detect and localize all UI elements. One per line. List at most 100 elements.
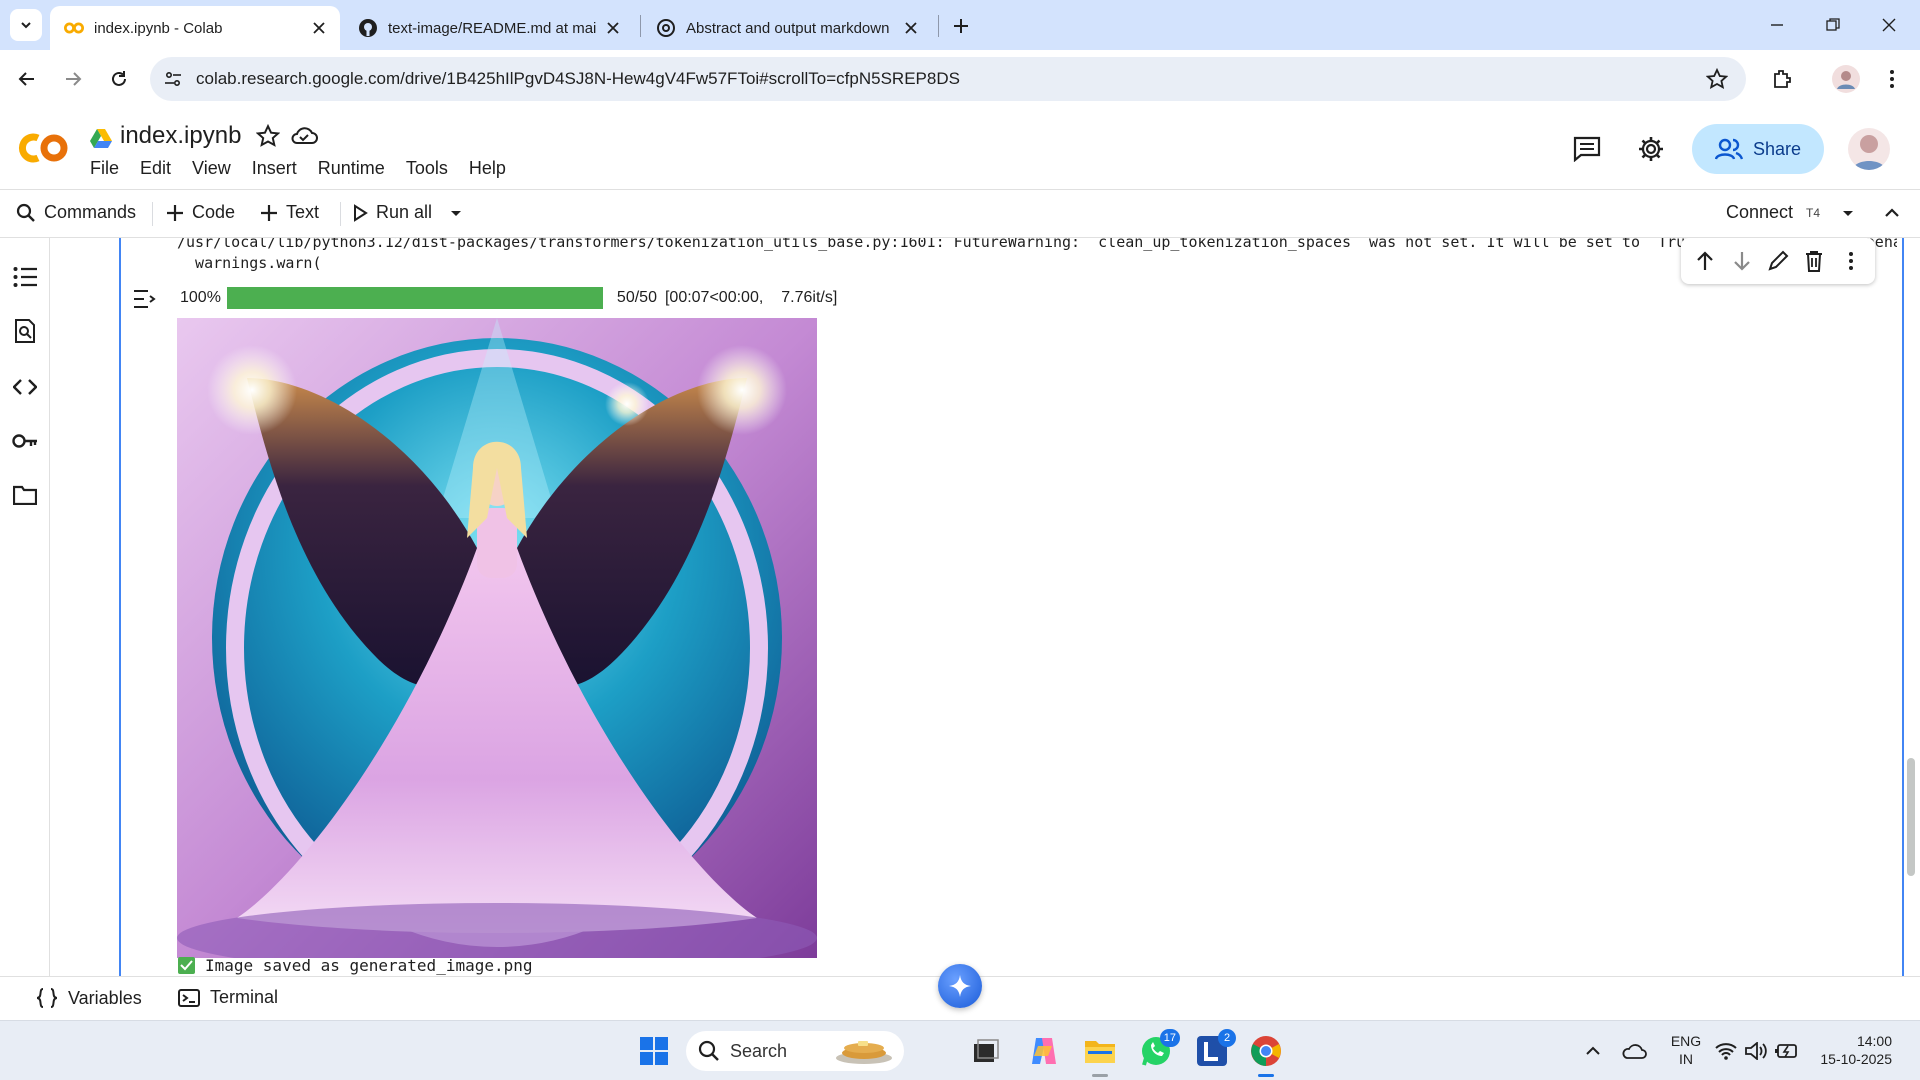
progress-timing: [00:07<00:00,	[664, 289, 764, 306]
variables-button[interactable]: Variables	[36, 987, 142, 1009]
delete-cell-button[interactable]	[1800, 247, 1828, 275]
share-button[interactable]: Share	[1692, 124, 1824, 174]
menu-insert[interactable]: Insert	[252, 158, 297, 179]
progress-bar	[226, 287, 603, 309]
tab-separator	[938, 15, 939, 37]
add-text-button[interactable]: Text	[260, 202, 319, 223]
show-hidden-icons-button[interactable]	[1582, 1033, 1604, 1069]
move-cell-up-button[interactable]	[1691, 247, 1719, 275]
star-icon[interactable]	[256, 124, 282, 150]
add-code-button[interactable]: Code	[166, 202, 235, 223]
move-cell-down-button[interactable]	[1728, 247, 1756, 275]
whatsapp-icon[interactable]: 17	[1138, 1029, 1180, 1069]
back-button[interactable]	[12, 64, 42, 94]
bookmark-star-icon[interactable]	[1706, 68, 1728, 90]
open-indicator	[1092, 1074, 1108, 1077]
colab-logo-icon[interactable]	[16, 128, 72, 168]
files-folder-icon[interactable]	[12, 482, 38, 508]
chevron-up-icon	[1586, 1046, 1600, 1055]
colab-favicon-icon	[64, 18, 84, 38]
address-bar[interactable]: colab.research.google.com/drive/1B425hIl…	[150, 57, 1746, 101]
code-snippets-icon[interactable]	[12, 374, 38, 400]
file-explorer-icon[interactable]	[1082, 1033, 1118, 1077]
restore-icon	[1826, 18, 1840, 31]
puzzle-icon	[1774, 70, 1791, 88]
progress-rate: 7.76it/s]	[781, 289, 838, 306]
arrow-left-icon	[18, 72, 34, 86]
secrets-key-icon[interactable]	[12, 428, 38, 454]
reload-button[interactable]	[104, 64, 134, 94]
close-icon[interactable]	[310, 19, 328, 37]
run-all-button[interactable]: Run all	[352, 202, 432, 223]
gemini-button[interactable]	[938, 964, 982, 1008]
avatar-icon	[1837, 71, 1855, 89]
forward-button[interactable]	[58, 64, 88, 94]
new-tab-button[interactable]	[948, 13, 974, 39]
menu-edit[interactable]: Edit	[140, 158, 171, 179]
collapse-header-button[interactable]	[1884, 206, 1908, 218]
edit-cell-button[interactable]	[1764, 247, 1792, 275]
browser-tab-strip: index.ipynb - Colab text-image/README.md…	[0, 0, 1920, 50]
run-all-dropdown[interactable]	[450, 210, 470, 218]
clock[interactable]: 14:00 15-10-2025	[1808, 1032, 1892, 1068]
menu-file[interactable]: File	[90, 158, 119, 179]
generated-image	[177, 318, 817, 958]
copilot-icon[interactable]	[1026, 1033, 1062, 1069]
settings-button[interactable]	[1634, 132, 1668, 166]
close-icon[interactable]	[604, 19, 622, 37]
menu-tools[interactable]: Tools	[406, 158, 448, 179]
terminal-button[interactable]: Terminal	[178, 987, 278, 1008]
restore-button[interactable]	[1820, 12, 1846, 38]
output-actions-icon[interactable]	[132, 288, 158, 312]
profile-avatar[interactable]	[1832, 65, 1860, 93]
table-of-contents-icon[interactable]	[12, 264, 38, 290]
task-view-icon[interactable]	[968, 1033, 1004, 1069]
battery-icon[interactable]	[1772, 1033, 1800, 1069]
account-avatar[interactable]	[1848, 128, 1890, 170]
extensions-button[interactable]	[1768, 65, 1796, 93]
cell-more-button[interactable]	[1837, 247, 1865, 275]
close-icon	[1882, 18, 1896, 32]
find-replace-icon[interactable]	[12, 318, 38, 344]
menu-view[interactable]: View	[192, 158, 231, 179]
onedrive-icon[interactable]	[1620, 1033, 1648, 1069]
tab-chatgpt[interactable]: Abstract and output markdown	[642, 6, 932, 50]
tab-search-button[interactable]	[10, 9, 42, 41]
close-window-button[interactable]	[1876, 12, 1902, 38]
chrome-icon[interactable]	[1248, 1033, 1284, 1077]
url-text[interactable]: colab.research.google.com/drive/1B425hIl…	[196, 69, 960, 89]
google-drive-icon	[90, 128, 112, 148]
play-icon	[354, 203, 368, 222]
plus-icon	[261, 204, 277, 221]
close-icon[interactable]	[902, 19, 920, 37]
caret-down-icon	[1843, 211, 1853, 216]
menu-runtime[interactable]: Runtime	[318, 158, 385, 179]
plus-icon	[954, 19, 968, 33]
menu-help[interactable]: Help	[469, 158, 506, 179]
trash-icon	[1806, 251, 1823, 272]
language-indicator[interactable]: ENG IN	[1666, 1032, 1706, 1068]
notebook-scrollbar[interactable]	[1907, 758, 1915, 876]
volume-icon[interactable]	[1744, 1033, 1768, 1069]
comments-button[interactable]	[1570, 132, 1604, 166]
caret-down-icon	[451, 211, 461, 216]
connect-button[interactable]: Connect	[1726, 202, 1793, 223]
commands-button[interactable]: Commands	[16, 202, 136, 223]
tab-title: text-image/README.md at mai	[388, 19, 597, 37]
wifi-icon[interactable]	[1714, 1033, 1738, 1069]
tab-github[interactable]: text-image/README.md at mai	[344, 6, 634, 50]
notebook-title[interactable]: index.ipynb	[120, 122, 241, 150]
more-vert-icon	[1848, 252, 1853, 270]
toolbar-separator	[152, 202, 153, 226]
l-app-icon[interactable]: 2	[1194, 1029, 1236, 1069]
connect-dropdown[interactable]	[1842, 210, 1862, 218]
minimize-button[interactable]	[1764, 12, 1790, 38]
active-indicator	[1258, 1074, 1274, 1077]
browser-menu-button[interactable]	[1878, 65, 1906, 93]
windows-start-icon[interactable]	[636, 1033, 672, 1069]
site-info-icon[interactable]	[162, 68, 184, 90]
tab-colab[interactable]: index.ipynb - Colab	[50, 6, 340, 50]
cloud-saved-icon[interactable]	[290, 124, 318, 150]
comment-icon	[1573, 136, 1601, 162]
taskbar-search[interactable]: Search	[686, 1031, 904, 1071]
